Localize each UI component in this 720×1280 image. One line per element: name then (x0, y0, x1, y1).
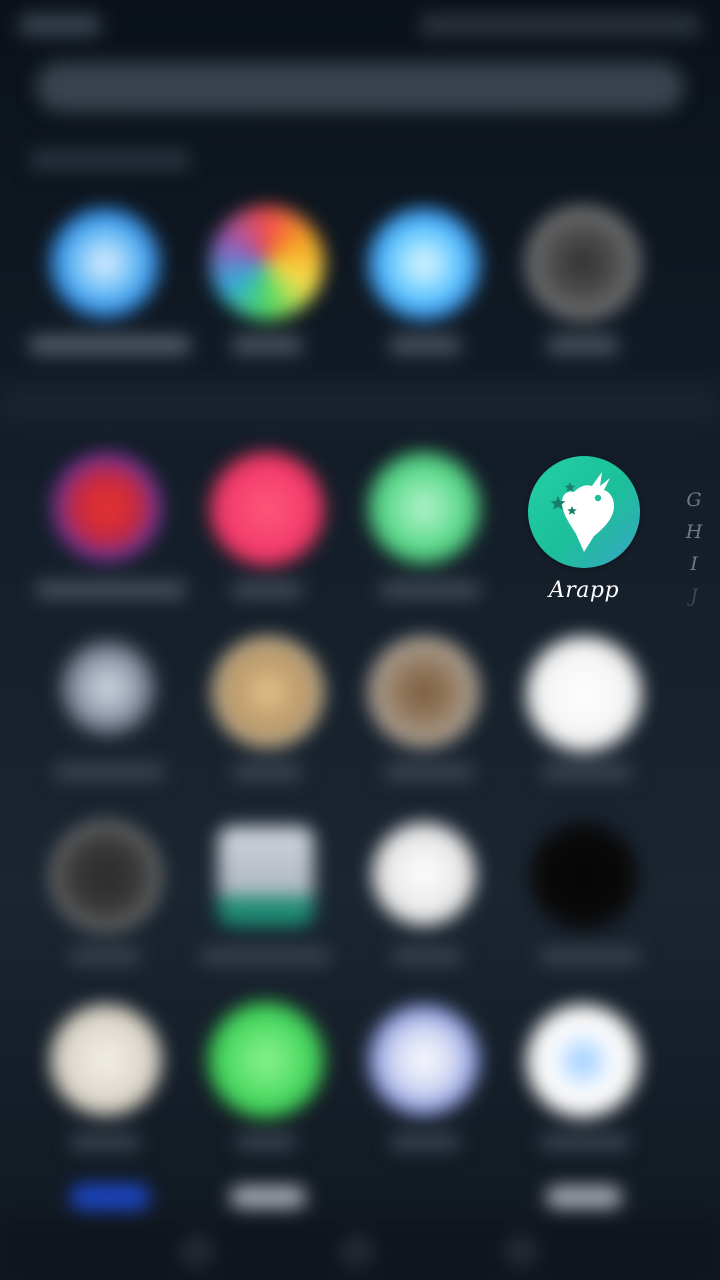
app-icon-blur (526, 636, 642, 752)
app-label-blur (392, 948, 462, 964)
nav-button-blur (504, 1234, 538, 1268)
alphabet-index-letter[interactable]: I (682, 548, 706, 580)
app-label-blur (30, 336, 190, 354)
app-label-blur (390, 336, 460, 354)
app-label-blur (384, 764, 474, 780)
app-label-blur (70, 948, 140, 964)
app-label-blur (540, 1134, 630, 1150)
app-icon-blur (368, 452, 480, 564)
app-icon-blur (60, 640, 156, 736)
alphabet-index-letter[interactable]: G (682, 484, 706, 516)
app-label-blur (380, 582, 480, 598)
app-icon-partial-blur (70, 1184, 150, 1210)
app-icon-blur (52, 452, 162, 562)
app-icon-blur (218, 826, 314, 926)
app-icon-blur (530, 822, 638, 930)
status-bar-left-blur (20, 14, 100, 36)
app-icon-blur (212, 636, 324, 748)
app-icon-blur (368, 636, 480, 748)
status-bar-right-blur (420, 14, 700, 36)
app-label-blur (232, 764, 302, 780)
app-label-blur (70, 1134, 140, 1150)
app-icon-blur (526, 206, 640, 320)
alphabet-index-letter[interactable]: J (682, 580, 706, 612)
app-label-blur (232, 582, 302, 598)
app-icon-partial-blur (546, 1186, 622, 1208)
app-icon-blur (50, 208, 160, 318)
app-drawer-screen: Arapp G H I J (0, 0, 720, 1280)
app-label-blur (200, 948, 330, 964)
app-icon-blur (210, 452, 324, 566)
app-label-blur (548, 336, 618, 354)
app-icon-blur (208, 1002, 324, 1118)
app-icon-blur (50, 820, 162, 932)
app-label-blur (390, 1134, 460, 1150)
app-label-blur (542, 764, 632, 780)
alphabet-index-letter[interactable]: H (682, 516, 706, 548)
app-icon-blur (368, 208, 480, 320)
app-icon-partial-blur (230, 1186, 306, 1208)
arapp-app-shortcut[interactable]: Arapp (524, 452, 644, 612)
alphabet-index[interactable]: G H I J (682, 484, 706, 612)
app-label-blur (232, 336, 302, 354)
app-icon-blur (526, 1004, 640, 1118)
arapp-map-pin-dino-icon[interactable] (528, 456, 640, 568)
app-label-blur (236, 1134, 296, 1150)
app-icon-blur (50, 1004, 162, 1116)
app-label-blur (54, 764, 164, 780)
app-label-blur (540, 948, 640, 964)
arapp-label: Arapp (548, 578, 620, 603)
app-icon-blur (368, 1004, 480, 1116)
section-divider-blur (0, 384, 720, 430)
search-bar-blur (36, 62, 684, 112)
nav-button-blur (340, 1234, 374, 1268)
arapp-logo-graphic (550, 472, 614, 552)
nav-button-blur (180, 1234, 214, 1268)
section-header-blur (30, 150, 190, 170)
blurred-app-drawer-background (0, 0, 720, 1280)
app-icon-blur (372, 822, 476, 926)
app-label-blur (36, 582, 186, 598)
app-icon-blur (210, 206, 324, 320)
